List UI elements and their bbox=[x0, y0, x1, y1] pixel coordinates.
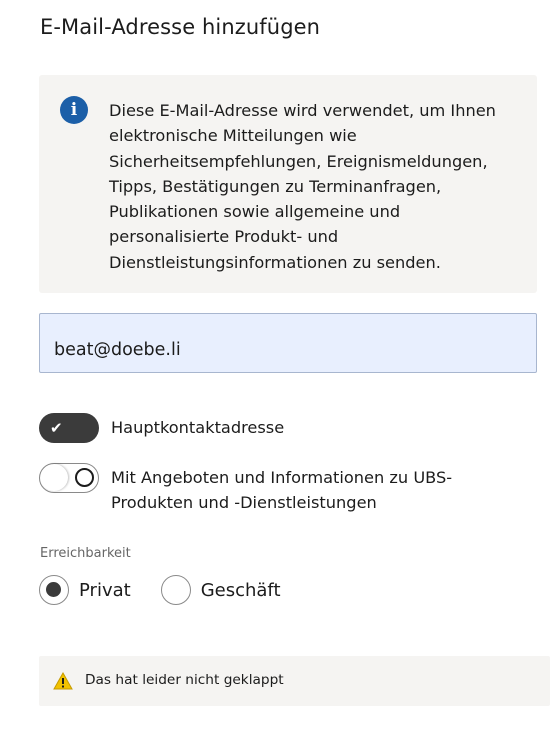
main-contact-toggle[interactable]: ✔ bbox=[39, 413, 99, 443]
offers-label: Mit Angeboten und Informationen zu UBS-P… bbox=[111, 468, 453, 512]
radio-business[interactable] bbox=[160, 575, 191, 605]
info-icon: i bbox=[60, 96, 88, 124]
offers-toggle[interactable] bbox=[39, 463, 99, 493]
reachability-radio-group: Privat Geschäft bbox=[39, 575, 281, 605]
offers-toggle-row[interactable]: Mit Angeboten und Informationen zu UBS-P… bbox=[39, 463, 491, 515]
info-text: Diese E-Mail-Adresse wird verwendet, um … bbox=[109, 101, 496, 272]
toggle-off-indicator-icon bbox=[75, 467, 94, 487]
radio-business-label[interactable]: Geschäft bbox=[201, 580, 281, 601]
reachability-label: Erreichbarkeit bbox=[40, 546, 131, 561]
email-field[interactable] bbox=[39, 313, 537, 373]
radio-private[interactable] bbox=[39, 575, 69, 605]
info-box: i Diese E-Mail-Adresse wird verwendet, u… bbox=[39, 75, 537, 293]
warning-icon bbox=[53, 672, 73, 690]
page-title: E-Mail-Adresse hinzufügen bbox=[40, 15, 321, 39]
error-alert: Das hat leider nicht geklappt bbox=[39, 656, 550, 706]
main-contact-label: Hauptkontaktadresse bbox=[111, 418, 285, 437]
email-input[interactable] bbox=[54, 340, 514, 360]
radio-private-label[interactable]: Privat bbox=[79, 580, 131, 601]
alert-message: Das hat leider nicht geklappt bbox=[85, 672, 284, 688]
main-contact-toggle-row[interactable]: ✔ Hauptkontaktadresse bbox=[39, 413, 284, 443]
toggle-knob bbox=[40, 464, 68, 491]
checkmark-icon: ✔ bbox=[50, 419, 63, 437]
radio-selected-dot bbox=[46, 582, 61, 597]
